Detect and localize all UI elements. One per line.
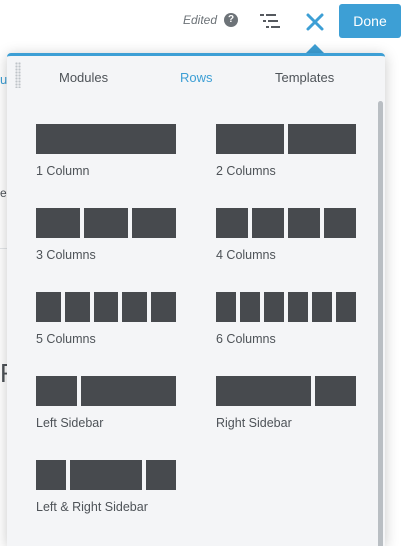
- outline-list-icon[interactable]: [259, 12, 281, 30]
- row-left-sidebar[interactable]: Left Sidebar: [36, 376, 178, 446]
- row-layout-preview: [36, 376, 176, 406]
- row-layout-preview: [36, 208, 176, 238]
- panel-scrollbar[interactable]: [378, 101, 383, 546]
- content-panel: Modules Rows Templates 1 Column 2 Column…: [7, 53, 385, 546]
- row-5-columns[interactable]: 5 Columns: [36, 292, 178, 362]
- row-layout-preview: [216, 208, 356, 238]
- row-layout-preview: [216, 124, 356, 154]
- row-label: Right Sidebar: [216, 416, 292, 430]
- row-right-sidebar[interactable]: Right Sidebar: [216, 376, 358, 446]
- rows-grid: 1 Column 2 Columns 3 Columns 4 Columns 5…: [7, 56, 377, 546]
- row-layout-preview: [36, 292, 176, 322]
- edited-status: Edited: [183, 13, 218, 27]
- row-1-column[interactable]: 1 Column: [36, 124, 178, 194]
- row-left-right-sidebar[interactable]: Left & Right Sidebar: [36, 460, 178, 530]
- done-button[interactable]: Done: [339, 4, 401, 38]
- top-toolbar: Edited ? Done: [0, 0, 405, 44]
- row-label: Left Sidebar: [36, 416, 104, 430]
- row-layout-preview: [36, 124, 176, 154]
- row-label: 6 Columns: [216, 332, 276, 346]
- row-label: 5 Columns: [36, 332, 96, 346]
- help-icon[interactable]: ?: [224, 13, 238, 27]
- row-label: 2 Columns: [216, 164, 276, 178]
- row-4-columns[interactable]: 4 Columns: [216, 208, 358, 278]
- row-label: 3 Columns: [36, 248, 96, 262]
- row-label: Left & Right Sidebar: [36, 500, 148, 514]
- row-layout-preview: [36, 460, 176, 490]
- row-label: 1 Column: [36, 164, 90, 178]
- row-layout-preview: [216, 292, 356, 322]
- row-3-columns[interactable]: 3 Columns: [36, 208, 178, 278]
- row-label: 4 Columns: [216, 248, 276, 262]
- row-2-columns[interactable]: 2 Columns: [216, 124, 358, 194]
- close-icon[interactable]: [303, 10, 327, 34]
- row-6-columns[interactable]: 6 Columns: [216, 292, 358, 362]
- row-layout-preview: [216, 376, 356, 406]
